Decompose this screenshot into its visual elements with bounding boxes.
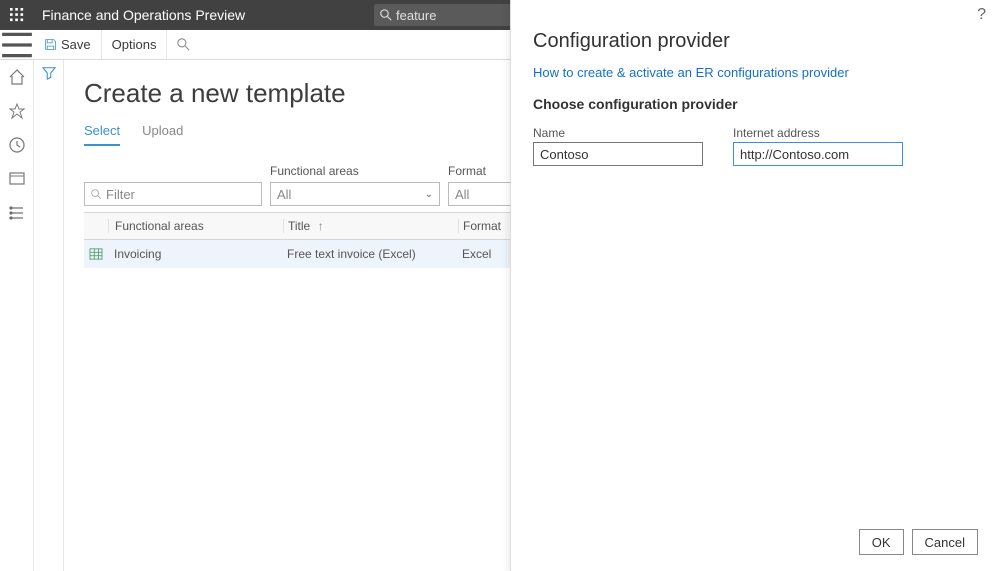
filter-input[interactable]: Filter (84, 182, 262, 206)
cell-title: Free text invoice (Excel) (283, 247, 458, 261)
cell-areas: Invoicing (108, 247, 283, 261)
panel-help-link[interactable]: How to create & activate an ER configura… (533, 65, 978, 80)
app-launcher-icon[interactable] (0, 0, 34, 30)
search-icon (380, 9, 392, 21)
find-button[interactable] (167, 30, 200, 59)
save-label: Save (61, 37, 91, 52)
format-value: All (455, 187, 469, 202)
workspace-icon[interactable] (8, 170, 26, 188)
tab-select[interactable]: Select (84, 123, 120, 146)
search-text: feature (396, 8, 436, 23)
home-icon[interactable] (8, 68, 26, 86)
col-title-header[interactable]: Title ↑ (283, 219, 458, 233)
filter-column (34, 60, 64, 571)
panel-title: Configuration provider (533, 30, 978, 53)
spacer (84, 164, 262, 180)
left-nav-rail (0, 60, 34, 571)
address-label: Internet address (733, 126, 903, 140)
name-label: Name (533, 126, 703, 140)
panel-footer: OK Cancel (533, 515, 978, 571)
chevron-down-icon: ⌄ (419, 189, 433, 200)
config-provider-panel: ? Configuration provider How to create &… (510, 0, 1000, 571)
search-icon (177, 38, 190, 51)
panel-subtitle: Choose configuration provider (533, 96, 978, 112)
name-field[interactable] (533, 142, 703, 166)
cancel-button[interactable]: Cancel (912, 529, 978, 555)
filter-funnel-icon[interactable] (42, 66, 56, 571)
row-type-icon (84, 248, 108, 260)
help-icon[interactable]: ? (977, 6, 986, 24)
favorite-icon[interactable] (8, 102, 26, 120)
areas-label: Functional areas (270, 164, 440, 180)
sort-ascending-icon: ↑ (318, 219, 324, 233)
hamburger-icon[interactable] (0, 30, 34, 60)
search-icon (91, 189, 102, 200)
ok-button[interactable]: OK (859, 529, 904, 555)
save-button[interactable]: Save (34, 30, 102, 59)
modules-icon[interactable] (8, 204, 26, 222)
col-areas-header[interactable]: Functional areas (108, 219, 283, 233)
areas-select[interactable]: All ⌄ (270, 182, 440, 206)
recent-icon[interactable] (8, 136, 26, 154)
address-field[interactable] (733, 142, 903, 166)
col-title-label: Title (288, 219, 310, 233)
areas-value: All (277, 187, 291, 202)
save-icon (44, 38, 57, 51)
app-title: Finance and Operations Preview (34, 7, 374, 23)
filter-placeholder: Filter (106, 187, 135, 202)
options-label: Options (112, 37, 157, 52)
options-button[interactable]: Options (102, 30, 168, 59)
tab-upload[interactable]: Upload (142, 123, 183, 146)
